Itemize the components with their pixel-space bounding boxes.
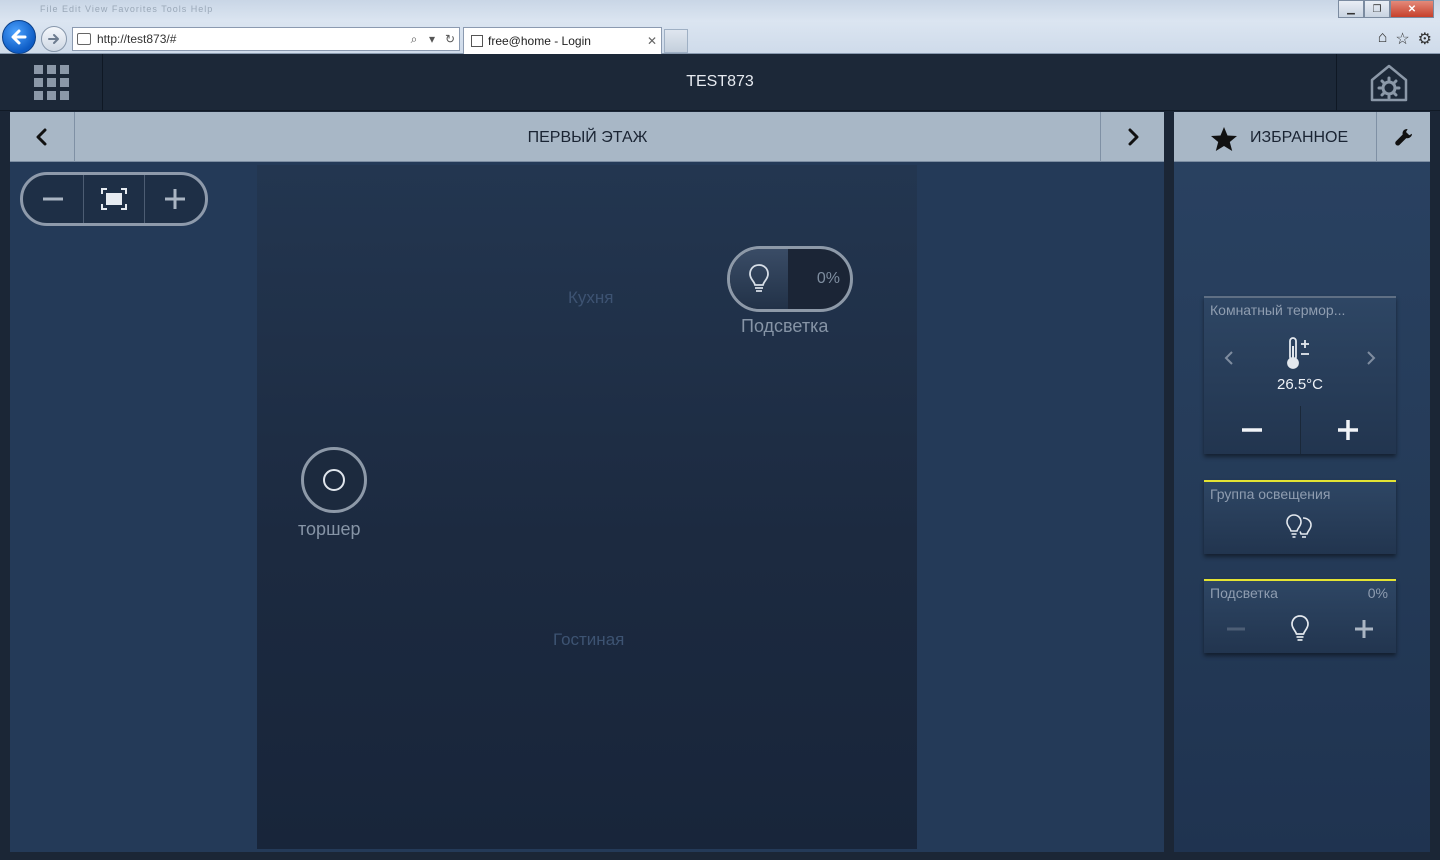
browser-toolbar-right: ⌂ ☆ ⚙ [1378, 29, 1432, 49]
wrench-icon [1394, 129, 1412, 146]
new-tab-button[interactable] [664, 29, 688, 53]
switch-off-indicator [323, 469, 345, 491]
thermostat-title: Комнатный термор... [1210, 302, 1346, 318]
minimize-button[interactable]: ▁ [1338, 0, 1364, 18]
dimmer-tile-controls [1204, 609, 1396, 649]
thermostat-increase-button[interactable] [1301, 406, 1397, 454]
previous-floor-button[interactable] [10, 112, 75, 162]
dimmer-increase-button[interactable] [1332, 609, 1396, 649]
plus-icon [1355, 620, 1373, 638]
app-header: TEST873 [0, 54, 1440, 111]
dropdown-icon[interactable]: ▾ [423, 32, 441, 46]
floor-title: ПЕРВЫЙ ЭТАЖ [527, 129, 648, 146]
system-title: TEST873 [686, 73, 754, 90]
forward-button[interactable] [41, 26, 67, 52]
light-group-title: Группа освещения [1210, 486, 1331, 502]
address-url[interactable]: http://test873/# [97, 32, 405, 46]
zoom-out-icon [43, 197, 63, 201]
forward-arrow-icon [48, 34, 59, 44]
zoom-controls [20, 172, 208, 226]
zoom-in-icon [165, 189, 185, 209]
thermometer-icon [1287, 337, 1309, 369]
address-bar[interactable]: http://test873/# ⌕ ▾ ↻ [72, 27, 460, 51]
home-settings-button[interactable] [1336, 54, 1440, 111]
close-window-button[interactable]: ✕ [1390, 0, 1434, 18]
favorites-title: ИЗБРАННОЕ [1250, 129, 1349, 146]
room-label-kitchen: Кухня [568, 288, 614, 307]
light-group-tile[interactable]: Группа освещения [1204, 480, 1396, 554]
thermostat-controls [1204, 406, 1396, 454]
dimmer-tile-value: 0% [1367, 585, 1388, 601]
home-settings-icon [1370, 64, 1407, 101]
window-controls: ▁ ❐ ✕ [1338, 0, 1434, 18]
chevron-right-icon [1128, 128, 1138, 146]
zoom-in-button[interactable] [145, 175, 205, 223]
switch-control[interactable] [301, 447, 367, 513]
floor-panel: ПЕРВЫЙ ЭТАЖ Кухня Гостиная 0% Подсветка … [10, 112, 1164, 852]
minus-icon [1227, 627, 1245, 631]
minus-icon [1241, 428, 1262, 432]
maximize-button[interactable]: ❐ [1364, 0, 1390, 18]
browser-chrome: File Edit View Favorites Tools Help http… [0, 0, 1440, 54]
dimmer-toggle-button[interactable] [1268, 609, 1332, 649]
back-button[interactable] [2, 20, 36, 54]
bulb-group-icon [1286, 514, 1312, 538]
thermostat-temperature: 26.5°C [1276, 376, 1324, 393]
favorites-header: ИЗБРАННОЕ [1174, 112, 1430, 162]
floor-plan: Кухня Гостиная 0% Подсветка торшер [257, 165, 917, 849]
chevron-left-icon[interactable] [1224, 350, 1234, 366]
fit-screen-button[interactable] [84, 175, 145, 223]
floor-header: ПЕРВЫЙ ЭТАЖ [10, 112, 1164, 162]
refresh-icon[interactable]: ↻ [441, 32, 459, 46]
favorites-edit-button[interactable] [1376, 112, 1430, 162]
search-icon[interactable]: ⌕ [405, 32, 423, 47]
dimmer-label: Подсветка [741, 316, 829, 336]
dimmer-value: 0% [816, 270, 840, 287]
tab-close-icon[interactable]: ✕ [643, 34, 661, 48]
dimmer-tile: Подсветка 0% [1204, 579, 1396, 653]
tab-favicon [471, 35, 483, 47]
favorites-panel: ИЗБРАННОЕ Комнатный термор... 26.5°C Гру… [1174, 112, 1430, 852]
dimmer-tile-title: Подсветка [1210, 585, 1278, 601]
dimmer-toggle[interactable] [730, 249, 788, 309]
bulb-icon [1291, 615, 1309, 641]
back-arrow-icon [11, 29, 27, 45]
room-label-living-room: Гостиная [553, 630, 625, 649]
browser-menu-bar: File Edit View Favorites Tools Help [40, 4, 214, 14]
fit-screen-icon [101, 188, 127, 210]
chevron-right-icon[interactable] [1366, 350, 1376, 366]
plus-icon [1338, 420, 1359, 440]
thermostat-decrease-button[interactable] [1204, 406, 1301, 454]
dimmer-decrease-button[interactable] [1204, 609, 1268, 649]
zoom-out-button[interactable] [23, 175, 84, 223]
switch-label: торшер [298, 519, 361, 539]
tab-title: free@home - Login [488, 34, 591, 48]
star-icon[interactable]: ☆ [1395, 29, 1409, 49]
bulb-icon [749, 264, 769, 292]
gear-icon[interactable]: ⚙ [1418, 29, 1432, 49]
dimmer-control[interactable]: 0% [727, 246, 853, 312]
browser-tab[interactable]: free@home - Login ✕ [463, 27, 662, 54]
page-icon [77, 33, 91, 45]
thermostat-tile: Комнатный термор... 26.5°C [1204, 296, 1396, 454]
next-floor-button[interactable] [1100, 112, 1164, 162]
chevron-left-icon [36, 128, 47, 146]
star-icon [1211, 127, 1237, 151]
home-icon[interactable]: ⌂ [1378, 29, 1388, 49]
